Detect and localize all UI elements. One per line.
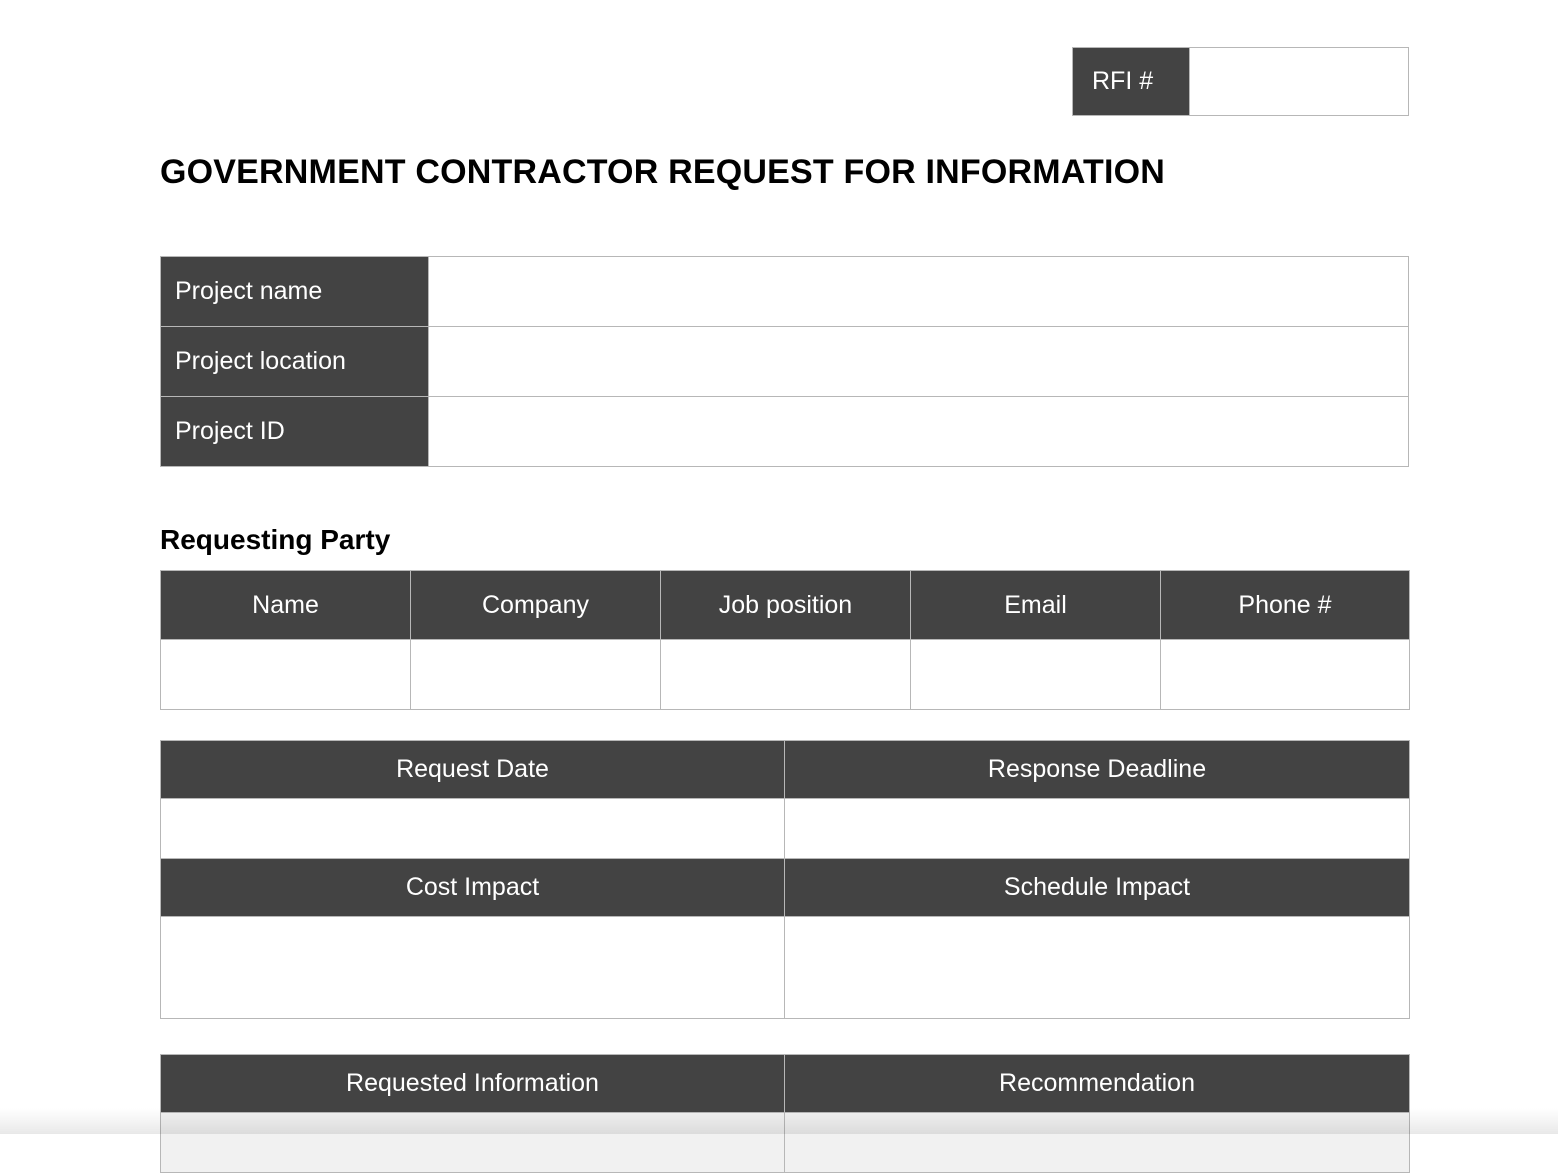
column-header-schedule-impact: Schedule Impact: [784, 858, 1410, 917]
table-header-row: Name Company Job position Email Phone #: [160, 570, 1410, 640]
column-header-job-position: Job position: [660, 570, 911, 640]
project-location-label: Project location: [160, 326, 429, 397]
column-header-recommendation: Recommendation: [784, 1054, 1410, 1113]
response-deadline-field[interactable]: [784, 798, 1410, 859]
rfi-number-label: RFI #: [1073, 48, 1190, 115]
project-name-field[interactable]: [428, 256, 1409, 327]
party-email-field[interactable]: [910, 639, 1161, 710]
table-header-row: Request Date Response Deadline: [160, 740, 1410, 799]
column-header-requested-information: Requested Information: [160, 1054, 785, 1113]
schedule-impact-field[interactable]: [784, 916, 1410, 1019]
rfi-number-box: RFI #: [1072, 47, 1409, 116]
column-header-name: Name: [160, 570, 411, 640]
column-header-phone: Phone #: [1160, 570, 1410, 640]
requesting-party-table: Name Company Job position Email Phone #: [160, 570, 1410, 710]
project-id-field[interactable]: [428, 396, 1409, 467]
project-info-table: Project name Project location Project ID: [160, 256, 1409, 467]
table-row: Project ID: [160, 396, 1409, 467]
column-header-request-date: Request Date: [160, 740, 785, 799]
requested-information-field[interactable]: [160, 1112, 785, 1173]
column-header-email: Email: [910, 570, 1161, 640]
info-recommendation-table: Requested Information Recommendation: [160, 1054, 1410, 1173]
recommendation-field[interactable]: [784, 1112, 1410, 1173]
table-row: [160, 639, 1410, 710]
table-row: Project location: [160, 326, 1409, 397]
table-row: [160, 798, 1410, 859]
rfi-number-input[interactable]: [1190, 48, 1408, 115]
project-name-label: Project name: [160, 256, 429, 327]
table-header-row: Cost Impact Schedule Impact: [160, 858, 1410, 917]
document-page: RFI # GOVERNMENT CONTRACTOR REQUEST FOR …: [0, 0, 1558, 1173]
party-phone-field[interactable]: [1160, 639, 1410, 710]
page-title: GOVERNMENT CONTRACTOR REQUEST FOR INFORM…: [160, 153, 1166, 191]
table-row: [160, 916, 1410, 1019]
table-row: Project name: [160, 256, 1409, 327]
dates-impact-table: Request Date Response Deadline Cost Impa…: [160, 740, 1410, 1019]
column-header-company: Company: [410, 570, 661, 640]
requesting-party-heading: Requesting Party: [160, 524, 391, 555]
table-row: [160, 1112, 1410, 1173]
party-name-field[interactable]: [160, 639, 411, 710]
request-date-field[interactable]: [160, 798, 785, 859]
party-job-position-field[interactable]: [660, 639, 911, 710]
column-header-response-deadline: Response Deadline: [784, 740, 1410, 799]
project-location-field[interactable]: [428, 326, 1409, 397]
cost-impact-field[interactable]: [160, 916, 785, 1019]
table-header-row: Requested Information Recommendation: [160, 1054, 1410, 1113]
party-company-field[interactable]: [410, 639, 661, 710]
project-id-label: Project ID: [160, 396, 429, 467]
column-header-cost-impact: Cost Impact: [160, 858, 785, 917]
